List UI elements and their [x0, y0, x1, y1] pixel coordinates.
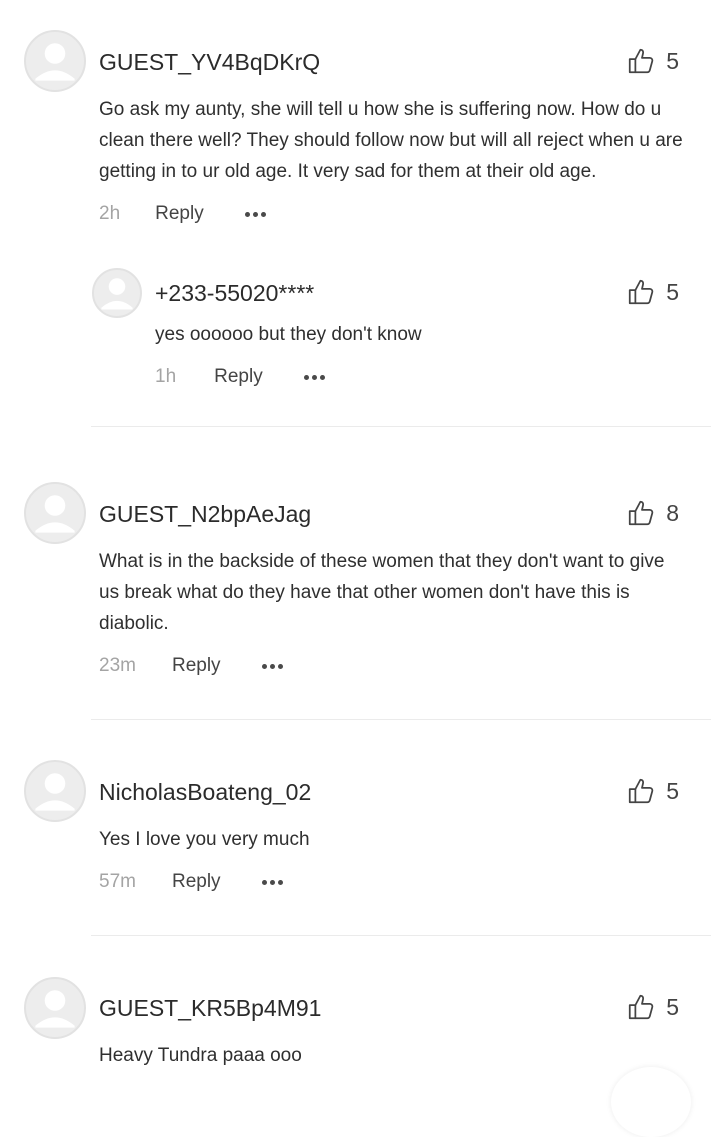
comment-meta: 23m Reply — [99, 655, 283, 677]
comment-username[interactable]: GUEST_YV4BqDKrQ — [99, 49, 320, 76]
avatar[interactable] — [24, 30, 86, 92]
like-button[interactable]: 5 — [626, 992, 679, 1022]
comment-username[interactable]: GUEST_N2bpAeJag — [99, 501, 311, 528]
like-count: 8 — [666, 499, 679, 526]
comment-item: GUEST_YV4BqDKrQ 5 Go ask my aunty, she w… — [0, 0, 711, 250]
like-count: 5 — [666, 278, 679, 305]
like-button[interactable]: 5 — [626, 277, 679, 307]
like-button[interactable]: 8 — [626, 498, 679, 528]
like-count: 5 — [666, 47, 679, 74]
like-button[interactable]: 5 — [626, 776, 679, 806]
default-avatar-icon — [35, 43, 75, 81]
comment-username[interactable]: NicholasBoateng_02 — [99, 779, 311, 806]
more-options-icon[interactable] — [261, 879, 283, 885]
comment-time: 2h — [99, 203, 121, 224]
reply-button[interactable]: Reply — [172, 871, 221, 893]
comment-time: 1h — [155, 366, 177, 387]
comment-meta: 2h Reply — [99, 203, 266, 225]
comment-text: What is in the backside of these women t… — [99, 551, 665, 634]
reply-button[interactable]: Reply — [214, 366, 263, 388]
comment-item: GUEST_KR5Bp4M91 5 Heavy Tundra paaa ooo — [0, 936, 711, 1077]
more-options-icon[interactable] — [303, 374, 325, 380]
comment-text: Yes I love you very much — [99, 829, 310, 850]
avatar[interactable] — [24, 977, 86, 1039]
default-avatar-icon — [35, 990, 75, 1028]
comment-text: Heavy Tundra paaa ooo — [99, 1045, 302, 1066]
reply-item: +233-55020**** 5 yes oooooo but they don… — [0, 250, 711, 427]
avatar[interactable] — [24, 760, 86, 822]
avatar[interactable] — [92, 268, 142, 318]
like-count: 5 — [666, 993, 679, 1020]
more-options-icon[interactable] — [244, 211, 266, 217]
comment-text: Go ask my aunty, she will tell u how she… — [99, 99, 683, 182]
comment-username[interactable]: GUEST_KR5Bp4M91 — [99, 995, 321, 1022]
thumbs-up-icon — [629, 778, 654, 804]
default-avatar-icon — [35, 495, 75, 533]
comment-meta: 1h Reply — [155, 366, 325, 388]
comment-text: yes oooooo but they don't know — [155, 324, 422, 345]
comment-item: GUEST_N2bpAeJag 8 What is in the backsid… — [0, 427, 711, 720]
reply-button[interactable]: Reply — [155, 203, 204, 225]
thumbs-up-icon — [629, 48, 654, 74]
floating-button[interactable] — [611, 1067, 691, 1137]
comment-meta: 57m Reply — [99, 871, 283, 893]
like-button[interactable]: 5 — [626, 46, 679, 76]
comment-item: NicholasBoateng_02 5 Yes I love you very… — [0, 720, 711, 936]
thumbs-up-icon — [629, 279, 654, 305]
comment-time: 57m — [99, 871, 136, 892]
avatar[interactable] — [24, 482, 86, 544]
comment-time: 23m — [99, 655, 136, 676]
default-avatar-icon — [101, 278, 133, 310]
default-avatar-icon — [35, 773, 75, 811]
like-count: 5 — [666, 777, 679, 804]
thumbs-up-icon — [629, 500, 654, 526]
reply-button[interactable]: Reply — [172, 655, 221, 677]
comment-username[interactable]: +233-55020**** — [155, 280, 314, 307]
more-options-icon[interactable] — [261, 663, 283, 669]
thumbs-up-icon — [629, 994, 654, 1020]
